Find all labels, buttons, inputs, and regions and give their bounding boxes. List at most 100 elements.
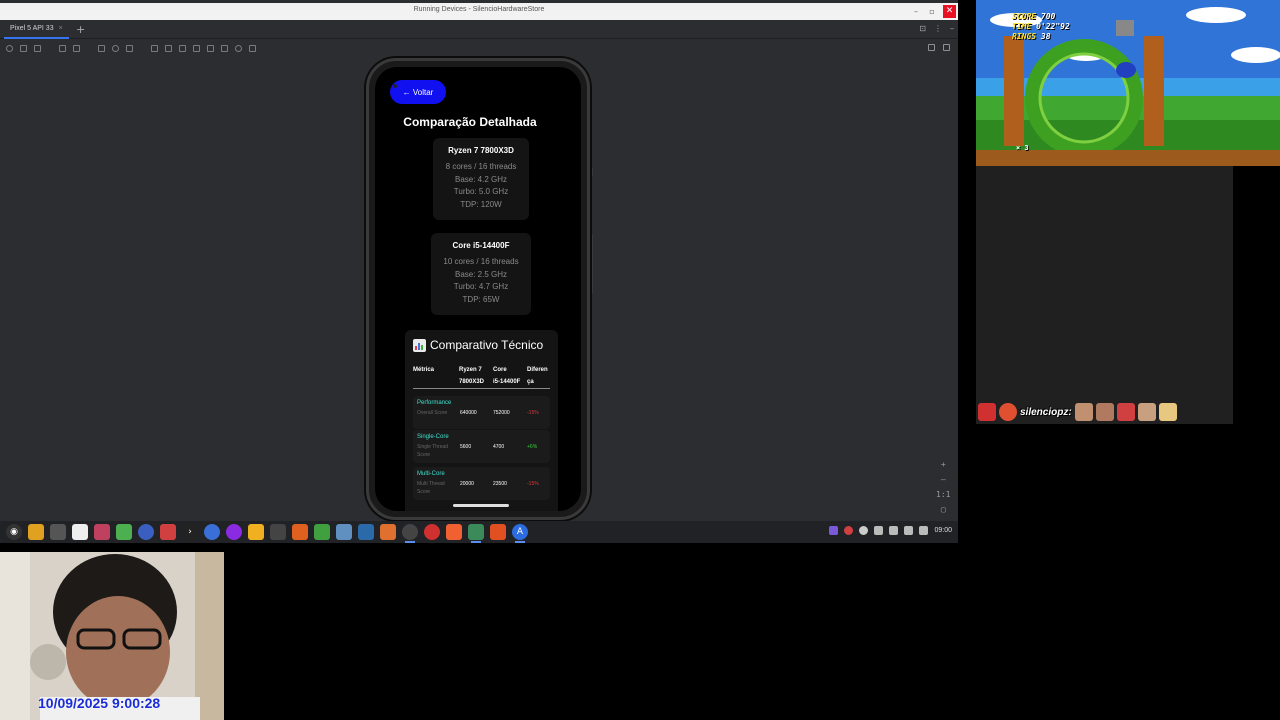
home-icon[interactable] <box>112 45 119 52</box>
header-diff: Diferen ça <box>527 364 548 388</box>
tray-bluetooth-icon[interactable] <box>874 526 884 535</box>
time-label: TIME <box>1012 22 1032 31</box>
phone-volume-button <box>590 234 593 294</box>
rotate-left-icon[interactable] <box>59 45 66 52</box>
minimize-icon[interactable]: – <box>911 7 921 16</box>
window-controls: – ▫ ✕ <box>911 5 956 18</box>
header-cpu2: Core i5-14400F <box>493 364 520 388</box>
screenshot-icon[interactable] <box>179 45 186 52</box>
app-a-icon[interactable]: A <box>512 524 528 543</box>
emote-icon <box>1074 403 1093 421</box>
header-cpu2-line1: Core <box>493 367 507 373</box>
pencil-icon[interactable] <box>490 524 506 540</box>
tray-shield-icon[interactable] <box>889 526 899 535</box>
toolbox-icon[interactable] <box>160 524 176 540</box>
puzzle-icon[interactable] <box>314 524 330 540</box>
tab-device[interactable]: Pixel 5 API 33 × <box>4 20 69 39</box>
podcast-icon[interactable] <box>226 524 242 540</box>
webcam-timestamp: 10/09/2025 9:00:28 <box>38 695 161 711</box>
gesture-home-bar[interactable] <box>453 504 509 507</box>
toolbar-right <box>928 44 950 51</box>
row-diff: +6% <box>527 444 538 450</box>
device-tab-label: Pixel 5 API 33 <box>10 25 54 32</box>
game-hud: SCORE 700 TIME 0'22"92 RINGS 38 <box>1012 12 1070 42</box>
check-icon[interactable] <box>943 44 950 51</box>
taskbar: ◉ › A 09:00 <box>0 521 958 543</box>
add-tab-icon[interactable]: + <box>76 23 85 36</box>
phone-frame: ← Voltar Comparação Detalhada Ryzen 7 78… <box>366 58 590 520</box>
launcher-icon[interactable]: ◉ <box>6 524 22 540</box>
tray-volume-icon[interactable] <box>919 526 929 535</box>
row-diff: -15% <box>527 410 539 416</box>
table-title: Comparativo Técnico <box>413 338 543 352</box>
fit-screen-icon[interactable]: ▢ <box>941 505 946 514</box>
vlc-icon[interactable] <box>248 524 264 540</box>
layout-icon[interactable]: ⊡ <box>919 24 926 33</box>
overview-icon[interactable] <box>126 45 133 52</box>
cpu-turbo: Turbo: 5.0 GHz <box>453 187 509 196</box>
system-tray: 09:00 <box>829 526 952 535</box>
row-desc: Single Thread Score <box>417 444 449 458</box>
table-row: Single-Core Single Thread Score 5600 470… <box>413 430 550 463</box>
close-icon[interactable]: ✕ <box>943 5 956 18</box>
steam-icon[interactable] <box>358 524 374 540</box>
settings-icon[interactable] <box>402 524 418 543</box>
close-tab-icon[interactable]: × <box>59 25 63 32</box>
sticker-icon <box>999 403 1017 421</box>
row-metric: Single-Core <box>417 434 449 440</box>
cpu-tdp: TDP: 120W <box>460 199 502 209</box>
import-icon[interactable] <box>221 45 228 52</box>
fold-icon[interactable] <box>151 45 158 52</box>
actual-size-icon[interactable]: 1:1 <box>936 490 950 499</box>
header-divider <box>413 388 550 389</box>
stream-side-panel <box>976 166 1233 424</box>
tray-app-icon[interactable] <box>829 526 839 535</box>
android-studio-icon[interactable] <box>468 524 484 543</box>
screen-record-icon[interactable] <box>193 45 200 52</box>
folder-icon[interactable] <box>28 524 44 540</box>
row-value-cpu1: 640000 <box>460 410 477 416</box>
editor-icon[interactable] <box>94 524 110 540</box>
export-icon[interactable] <box>207 45 214 52</box>
terminal-icon[interactable]: › <box>182 524 198 540</box>
phone-screen: ← Voltar Comparação Detalhada Ryzen 7 78… <box>375 67 581 511</box>
row-value-cpu1: 5600 <box>460 444 472 450</box>
recorder-icon[interactable] <box>424 524 440 540</box>
calendar-icon[interactable] <box>72 524 88 540</box>
apps-grid-icon[interactable] <box>50 524 66 540</box>
back-icon[interactable] <box>98 45 105 52</box>
back-button[interactable]: ← Voltar <box>390 80 446 104</box>
tray-record-icon[interactable] <box>844 526 854 535</box>
snapshot-icon[interactable] <box>235 45 242 52</box>
zoom-icon[interactable] <box>928 44 935 51</box>
tray-steam-icon[interactable] <box>859 526 869 535</box>
device-tab-bar: Pixel 5 API 33 × + ⊡ ⋮ – <box>0 20 958 39</box>
chat-icon[interactable] <box>116 524 132 540</box>
rotate-right-icon[interactable] <box>73 45 80 52</box>
power-icon[interactable] <box>6 45 13 52</box>
cpu-name: Ryzen 7 7800X3D <box>448 146 514 155</box>
row-desc: Multi Thread Score <box>417 481 445 495</box>
taskbar-clock[interactable]: 09:00 <box>934 527 952 534</box>
cpu-base: Base: 4.2 GHz <box>454 174 508 184</box>
emote-icon <box>1158 403 1177 421</box>
fox-icon[interactable] <box>292 524 308 540</box>
network-icon[interactable] <box>336 524 352 540</box>
more-actions-icon[interactable] <box>249 45 256 52</box>
tray-network-icon[interactable] <box>904 526 914 535</box>
more-icon[interactable]: ⋮ <box>934 24 942 33</box>
volume-up-icon[interactable] <box>34 45 41 52</box>
store-icon[interactable] <box>380 524 396 540</box>
brave-icon[interactable] <box>446 524 462 540</box>
controller-icon[interactable] <box>270 524 286 540</box>
hide-icon[interactable]: – <box>950 24 954 33</box>
maximize-icon[interactable]: ▫ <box>927 7 937 16</box>
table-title-text: Comparativo Técnico <box>430 338 544 352</box>
mirror-icon[interactable] <box>165 45 172 52</box>
zoom-out-icon[interactable]: – <box>941 475 946 484</box>
zoom-in-icon[interactable]: + <box>941 460 946 469</box>
browser-icon[interactable] <box>138 524 154 540</box>
qbittorrent-icon[interactable] <box>204 524 220 540</box>
phone-side-button <box>590 168 593 176</box>
volume-down-icon[interactable] <box>20 45 27 52</box>
